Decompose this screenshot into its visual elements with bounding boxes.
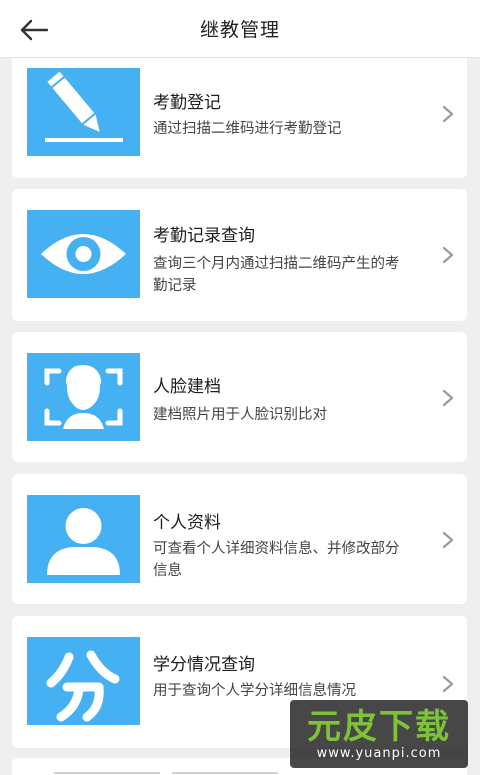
page-title: 继教管理 — [199, 19, 280, 41]
chevron-right-icon — [442, 105, 454, 123]
chevron-right-icon — [442, 246, 454, 264]
personal-info-thumbnail — [27, 495, 140, 583]
face-scan-icon — [44, 365, 123, 429]
menu-item-title: 学分情况查询 — [153, 655, 255, 675]
eye-icon — [41, 234, 126, 274]
menu-item-attendance-records[interactable]: 考勤记录查询 查询三个月内通过扫描二维码产生的考勤记录 — [12, 189, 467, 321]
menu-item-title: 人脸建档 — [153, 377, 221, 397]
pencil-icon — [45, 71, 123, 142]
user-icon — [47, 508, 120, 575]
attendance-records-thumbnail — [27, 210, 140, 298]
fen-icon — [46, 650, 120, 722]
chevron-right-icon — [442, 675, 454, 693]
menu-item-desc: 可查看个人详细资料信息、并修改部分信息 — [153, 541, 400, 579]
watermark-url: www.yuanpi.com — [316, 745, 442, 761]
menu-item-personal-info[interactable]: 个人资料 可查看个人详细资料信息、并修改部分信息 — [12, 474, 467, 604]
face-profile-thumbnail — [27, 353, 140, 441]
chevron-right-icon — [442, 389, 454, 407]
credits-query-thumbnail — [27, 637, 140, 725]
attendance-checkin-thumbnail — [27, 68, 140, 156]
menu-item-desc: 建档照片用于人脸识别比对 — [153, 407, 327, 423]
menu-item-desc: 通过扫描二维码进行考勤登记 — [153, 121, 342, 137]
menu-item-title: 考勤登记 — [153, 93, 221, 113]
watermark-logo: 元皮下载 www.yuanpi.com — [290, 700, 468, 768]
menu-item-title: 个人资料 — [153, 513, 221, 533]
menu-item-desc: 查询三个月内通过扫描二维码产生的考勤记录 — [153, 256, 400, 294]
watermark-title: 元皮下载 — [307, 706, 451, 747]
menu-item-title: 考勤记录查询 — [153, 226, 255, 246]
menu-item-attendance-checkin[interactable]: 考勤登记 通过扫描二维码进行考勤登记 — [12, 58, 467, 178]
back-button[interactable] — [14, 12, 54, 48]
menu-item-face-profile[interactable]: 人脸建档 建档照片用于人脸识别比对 — [12, 332, 467, 462]
chevron-right-icon — [442, 531, 454, 549]
top-bar: 继教管理 — [0, 0, 480, 58]
menu-list: 考勤登记 通过扫描二维码进行考勤登记 考勤记录查询 查询三个月内通过扫描二维码产… — [0, 58, 480, 775]
arrow-left-icon — [20, 19, 49, 41]
menu-item-desc: 用于查询个人学分详细信息情况 — [153, 683, 356, 699]
